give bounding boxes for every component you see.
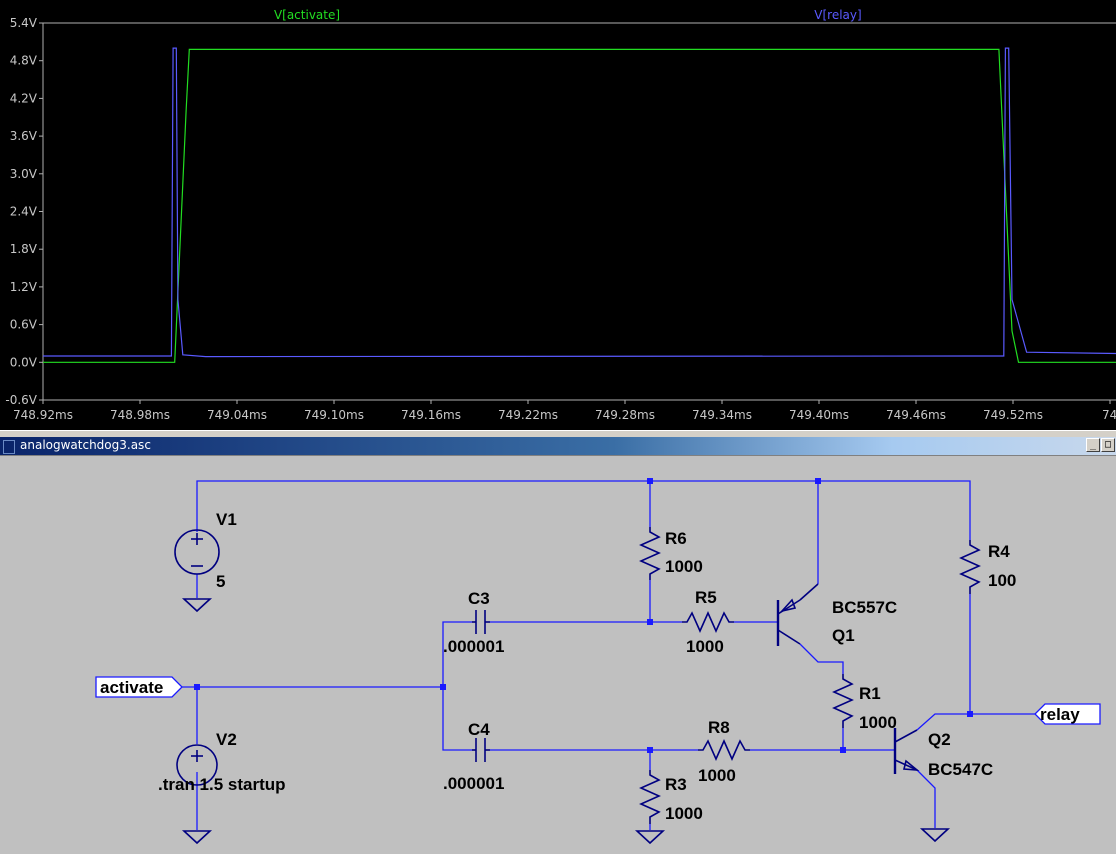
trace-line-1[interactable] xyxy=(43,47,1116,358)
wire-c4-left xyxy=(442,687,472,751)
v2-name: V2 xyxy=(216,730,237,749)
resistor-r3[interactable] xyxy=(639,770,661,824)
waveform-plot[interactable]: V[activate] V[relay] 5.4V 4.8V 4.2V 3.6V 3.0V… xyxy=(0,0,1116,430)
capacitor-c4[interactable] xyxy=(472,738,490,762)
port-activate[interactable]: activate xyxy=(95,676,183,698)
x-tick-label: 749.22ms xyxy=(498,408,558,422)
junction-dot xyxy=(647,478,653,484)
schematic-window[interactable]: analogwatchdog3.asc _ □ activate relay V… xyxy=(0,430,1116,854)
r3-name: R3 xyxy=(665,775,687,794)
resistor-r1[interactable] xyxy=(832,674,854,728)
waveform-viewer[interactable]: V[activate] V[relay] 5.4V 4.8V 4.2V 3.6V 3.0V… xyxy=(0,0,1116,430)
y-tick-label: 2.4V xyxy=(10,205,38,219)
x-tick-label: 749.28ms xyxy=(595,408,655,422)
x-tick-label: 749.58 xyxy=(1102,408,1116,422)
resistor-r5[interactable] xyxy=(682,611,734,633)
x-tick-label: 749.40ms xyxy=(789,408,849,422)
wires xyxy=(180,480,1035,830)
r5-name: R5 xyxy=(695,588,717,607)
capacitor-c3[interactable] xyxy=(472,610,490,634)
y-tick-label: 4.2V xyxy=(10,91,38,105)
port-activate-label: activate xyxy=(100,678,163,697)
r1-name: R1 xyxy=(859,684,881,703)
x-tick-label: 749.34ms xyxy=(692,408,752,422)
x-tick-label: 749.10ms xyxy=(304,408,364,422)
y-tick-label: 3.6V xyxy=(10,129,38,143)
resistor-r4[interactable] xyxy=(959,540,981,594)
y-tick-label: 1.2V xyxy=(10,280,38,294)
ground-symbol xyxy=(181,598,213,613)
junction-dot xyxy=(194,684,200,690)
r8-name: R8 xyxy=(708,718,730,737)
voltage-source-v1[interactable] xyxy=(174,529,220,575)
junction-dot xyxy=(647,619,653,625)
schematic-drawing[interactable]: activate relay V1 5 V2 .tran 1.5 startup… xyxy=(0,456,1116,854)
r6-name: R6 xyxy=(665,529,687,548)
maximize-button[interactable]: □ xyxy=(1101,438,1115,452)
r1-value: 1000 xyxy=(859,713,897,732)
window-title: analogwatchdog3.asc xyxy=(20,438,151,452)
minimize-button[interactable]: _ xyxy=(1086,438,1100,452)
resistor-r8[interactable] xyxy=(698,739,750,761)
y-tick-label: -0.6V xyxy=(5,393,37,407)
x-tick-label: 749.04ms xyxy=(207,408,267,422)
schematic-icon xyxy=(3,440,15,454)
q2-model: BC547C xyxy=(928,760,993,779)
c4-name: C4 xyxy=(468,720,490,739)
junction-dot xyxy=(815,478,821,484)
y-tick-label: 4.8V xyxy=(10,54,38,68)
trace-line-0[interactable] xyxy=(43,48,1116,363)
resistor-r6[interactable] xyxy=(639,527,661,580)
c4-value: .000001 xyxy=(443,774,504,793)
r4-name: R4 xyxy=(988,542,1010,561)
r4-value: 100 xyxy=(988,571,1016,590)
q2-name: Q2 xyxy=(928,730,951,749)
x-tick-label: 749.52ms xyxy=(983,408,1043,422)
x-tick-label: 748.98ms xyxy=(110,408,170,422)
v1-value: 5 xyxy=(216,572,225,591)
y-tick-label: 0.0V xyxy=(10,355,38,369)
wire-q1-collector xyxy=(799,643,844,674)
y-tick-label: 0.6V xyxy=(10,318,38,332)
ground-symbol xyxy=(919,828,951,843)
trace-label-0[interactable]: V[activate] xyxy=(274,8,340,22)
transistor-q2[interactable] xyxy=(893,728,920,774)
junction-dot xyxy=(840,747,846,753)
schematic-canvas[interactable]: activate relay V1 5 V2 .tran 1.5 startup… xyxy=(0,455,1116,854)
wire-vcc-rail xyxy=(196,480,971,540)
r6-value: 1000 xyxy=(665,557,703,576)
q1-name: Q1 xyxy=(832,626,855,645)
junction-dot xyxy=(647,747,653,753)
c3-name: C3 xyxy=(468,589,490,608)
junction-dot xyxy=(440,684,446,690)
x-tick-label: 749.16ms xyxy=(401,408,461,422)
y-tick-label: 5.4V xyxy=(10,16,38,30)
ground-symbol xyxy=(181,830,213,845)
wire-q2-collector xyxy=(916,713,1035,731)
r5-value: 1000 xyxy=(686,637,724,656)
window-titlebar[interactable]: analogwatchdog3.asc _ □ xyxy=(0,437,1116,455)
port-relay-label: relay xyxy=(1040,705,1080,724)
q1-model: BC557C xyxy=(832,598,897,617)
v1-name: V1 xyxy=(216,510,237,529)
r8-value: 1000 xyxy=(698,766,736,785)
y-tick-label: 3.0V xyxy=(10,167,38,181)
plot-frame xyxy=(42,22,1116,401)
x-tick-label: 748.92ms xyxy=(13,408,73,422)
x-tick-label: 749.46ms xyxy=(886,408,946,422)
spice-directive[interactable]: .tran 1.5 startup xyxy=(158,775,286,794)
r3-value: 1000 xyxy=(665,804,703,823)
c3-value: .000001 xyxy=(443,637,504,656)
ground-symbol xyxy=(634,830,666,845)
transistor-q1[interactable] xyxy=(776,583,819,646)
junction-dot xyxy=(967,711,973,717)
trace-label-1[interactable]: V[relay] xyxy=(814,8,861,22)
y-tick-label: 1.8V xyxy=(10,242,38,256)
port-relay[interactable]: relay xyxy=(1034,703,1101,725)
